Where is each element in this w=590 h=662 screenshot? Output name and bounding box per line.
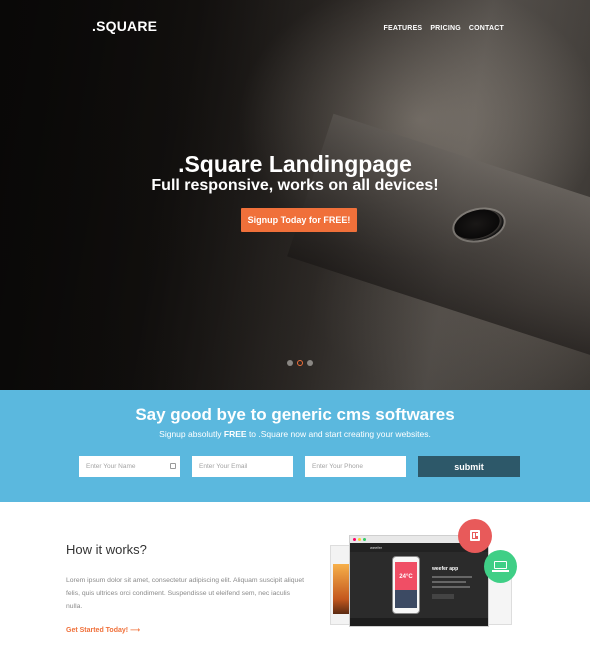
name-input[interactable] — [79, 456, 180, 477]
mockup-forecast-rows — [395, 590, 417, 608]
nav-features[interactable]: FEATURES — [384, 25, 423, 32]
laptop-icon — [494, 561, 507, 569]
window-dot — [358, 538, 361, 541]
mockup-store-badge — [432, 594, 454, 599]
hero-section: .SQUARE FEATURES PRICING CONTACT .Square… — [0, 0, 590, 390]
window-dot — [363, 538, 366, 541]
slider-dot[interactable] — [287, 360, 293, 366]
nav-contact[interactable]: CONTACT — [469, 25, 504, 32]
email-input[interactable] — [192, 456, 293, 477]
window-dot — [353, 538, 356, 541]
main-nav: FEATURES PRICING CONTACT — [384, 25, 505, 32]
signup-title: Say good bye to generic cms softwares — [135, 405, 455, 424]
how-it-works-title: How it works? — [66, 542, 147, 557]
slider-dot[interactable] — [307, 360, 313, 366]
signup-subtitle: Signup absolutly FREE to .Square now and… — [0, 429, 590, 439]
hero-title: .Square Landingpage — [178, 151, 412, 177]
contact-card-icon — [170, 463, 176, 469]
signup-subtitle-post: to .Square now and start creating your w… — [246, 429, 431, 439]
mockup-text-line — [432, 581, 466, 583]
signup-cta-button[interactable]: Signup Today for FREE! — [241, 208, 357, 232]
slider-dot-active[interactable] — [297, 360, 303, 366]
mockup-text-line — [432, 576, 472, 578]
signup-band: Say good bye to generic cms softwares Si… — [0, 390, 590, 502]
signup-subtitle-free: FREE — [223, 429, 247, 439]
mockup-site-brand: weefer — [370, 545, 383, 550]
phone-input[interactable] — [305, 456, 406, 477]
brand-logo[interactable]: .SQUARE — [92, 18, 157, 34]
laptop-badge — [484, 550, 517, 583]
hero-overlay — [0, 0, 590, 390]
get-started-link[interactable]: Get Started Today! ⟶ — [66, 626, 140, 634]
mockup-footer — [350, 618, 488, 626]
mockup-phone-screen: 24°C — [395, 562, 417, 608]
submit-button[interactable]: submit — [418, 456, 520, 477]
hero-subtitle: Full responsive, works on all devices! — [151, 177, 439, 194]
name-field-wrapper — [79, 456, 180, 477]
laptop-icon-base — [492, 570, 509, 572]
slider-dots — [287, 360, 313, 366]
how-it-works-body: Lorem ipsum dolor sit amet, consectetur … — [66, 577, 305, 610]
trello-badge — [458, 519, 492, 553]
mockup-app-name: weefer app — [432, 566, 459, 572]
trello-board-icon — [470, 530, 480, 541]
mockup-text-line — [432, 586, 470, 588]
mockup-phone: 24°C — [392, 556, 420, 614]
mockup-temperature: 24°C — [399, 574, 413, 580]
signup-subtitle-pre: Signup absolutly — [159, 429, 224, 439]
nav-pricing[interactable]: PRICING — [430, 25, 461, 32]
